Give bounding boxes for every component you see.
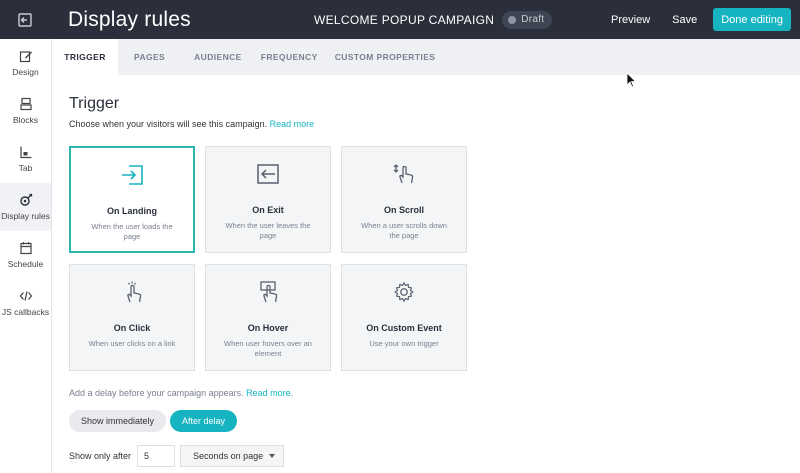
tab-bar: TRIGGER PAGES AUDIENCE FREQUENCY CUSTOM … <box>52 39 800 75</box>
done-editing-button[interactable]: Done editing <box>713 8 791 31</box>
show-immediately-button[interactable]: Show immediately <box>69 410 167 432</box>
card-title: On Custom Event <box>366 323 442 333</box>
sidebar-item-label: Blocks <box>12 115 39 125</box>
campaign-title: WELCOME POPUP CAMPAIGN <box>314 12 495 27</box>
blocks-icon <box>19 97 32 111</box>
click-hand-icon <box>127 281 142 303</box>
exit-icon <box>257 164 279 184</box>
main-content: Trigger Choose when your visitors will s… <box>52 75 800 473</box>
trigger-card-on-exit[interactable]: On Exit When the user leaves the page <box>205 146 331 253</box>
show-after-row: Show only after Seconds on page <box>69 445 285 467</box>
delay-unit-value: Seconds on page <box>193 451 264 461</box>
delay-unit-select[interactable]: Seconds on page <box>180 445 285 467</box>
top-actions: Preview Save Done editing <box>589 8 791 31</box>
code-icon <box>19 291 32 301</box>
sidebar: Design Blocks Tab Display rules Schedule <box>0 39 52 473</box>
card-description: When the user loads the page <box>91 222 173 241</box>
caret-down-icon <box>269 454 276 458</box>
card-title: On Scroll <box>383 205 424 215</box>
sidebar-item-blocks[interactable]: Blocks <box>0 87 51 135</box>
delay-text: Add a delay before your campaign appears… <box>69 388 244 398</box>
sidebar-item-js-callbacks[interactable]: JS callbacks <box>0 279 51 327</box>
page-title: Display rules <box>68 7 191 31</box>
preview-button[interactable]: Preview <box>611 14 650 26</box>
sidebar-item-label: Tab <box>18 163 33 173</box>
hover-hand-icon <box>260 281 278 303</box>
calendar-icon <box>19 242 32 255</box>
trigger-card-on-scroll[interactable]: On Scroll When a user scrolls down the p… <box>341 146 467 253</box>
sidebar-item-label: Display rules <box>1 211 50 221</box>
delay-toggle-group: Show immediately After delay <box>69 410 238 432</box>
sidebar-item-label: JS callbacks <box>1 307 50 317</box>
mouse-cursor-icon <box>626 72 636 88</box>
scroll-hand-icon <box>393 164 414 184</box>
card-description: When the user leaves the page <box>225 221 311 240</box>
trigger-card-on-landing[interactable]: On Landing When the user loads the page <box>69 146 195 253</box>
show-only-after-label: Show only after <box>69 451 132 461</box>
tab-icon <box>19 146 31 159</box>
section-heading: Trigger <box>69 95 120 112</box>
status-dot-icon <box>508 15 517 24</box>
read-more-link[interactable]: Read more <box>270 119 315 129</box>
card-title: On Exit <box>252 205 284 215</box>
campaign-name: WELCOME POPUP CAMPAIGN Draft <box>314 10 553 29</box>
sidebar-item-label: Schedule <box>7 259 44 269</box>
status-label: Draft <box>521 14 545 25</box>
description-text: Choose when your visitors will see this … <box>69 119 268 129</box>
card-description: When user hovers over an element <box>224 339 312 358</box>
trigger-card-on-custom-event[interactable]: On Custom Event Use your own trigger <box>341 264 467 371</box>
card-description: Use your own trigger <box>369 339 439 348</box>
trigger-card-on-click[interactable]: On Click When user clicks on a link <box>69 264 195 371</box>
enter-icon <box>122 165 143 185</box>
gear-icon <box>394 282 414 302</box>
status-badge: Draft <box>502 10 553 29</box>
sidebar-item-schedule[interactable]: Schedule <box>0 231 51 279</box>
save-button[interactable]: Save <box>672 14 697 26</box>
sidebar-item-display-rules[interactable]: Display rules <box>0 183 51 231</box>
tab-custom-properties[interactable]: CUSTOM PROPERTIES <box>333 39 451 75</box>
tab-pages[interactable]: PAGES <box>118 39 179 75</box>
sidebar-item-tab[interactable]: Tab <box>0 135 51 183</box>
delay-value-input[interactable] <box>137 445 176 467</box>
tab-audience[interactable]: AUDIENCE <box>179 39 257 75</box>
exit-editor-button[interactable] <box>0 0 50 39</box>
tab-frequency[interactable]: FREQUENCY <box>257 39 333 75</box>
delay-read-more-link[interactable]: Read more. <box>246 388 293 398</box>
delay-description: Add a delay before your campaign appears… <box>69 388 293 398</box>
card-description: When user clicks on a link <box>88 339 176 348</box>
sidebar-item-design[interactable]: Design <box>0 39 51 87</box>
trigger-card-on-hover[interactable]: On Hover When user hovers over an elemen… <box>205 264 331 371</box>
card-title: On Click <box>113 323 151 333</box>
tab-trigger[interactable]: TRIGGER <box>52 39 118 75</box>
card-title: On Landing <box>107 206 157 216</box>
pencil-square-icon <box>19 51 32 63</box>
display-rules-icon <box>19 193 32 206</box>
sidebar-item-label: Design <box>12 67 39 77</box>
exit-icon <box>18 12 32 27</box>
after-delay-button[interactable]: After delay <box>170 410 238 432</box>
top-bar: Display rules WELCOME POPUP CAMPAIGN Dra… <box>0 0 800 39</box>
card-title: On Hover <box>247 323 289 333</box>
card-description: When a user scrolls down the page <box>361 221 447 240</box>
section-description: Choose when your visitors will see this … <box>69 119 314 129</box>
